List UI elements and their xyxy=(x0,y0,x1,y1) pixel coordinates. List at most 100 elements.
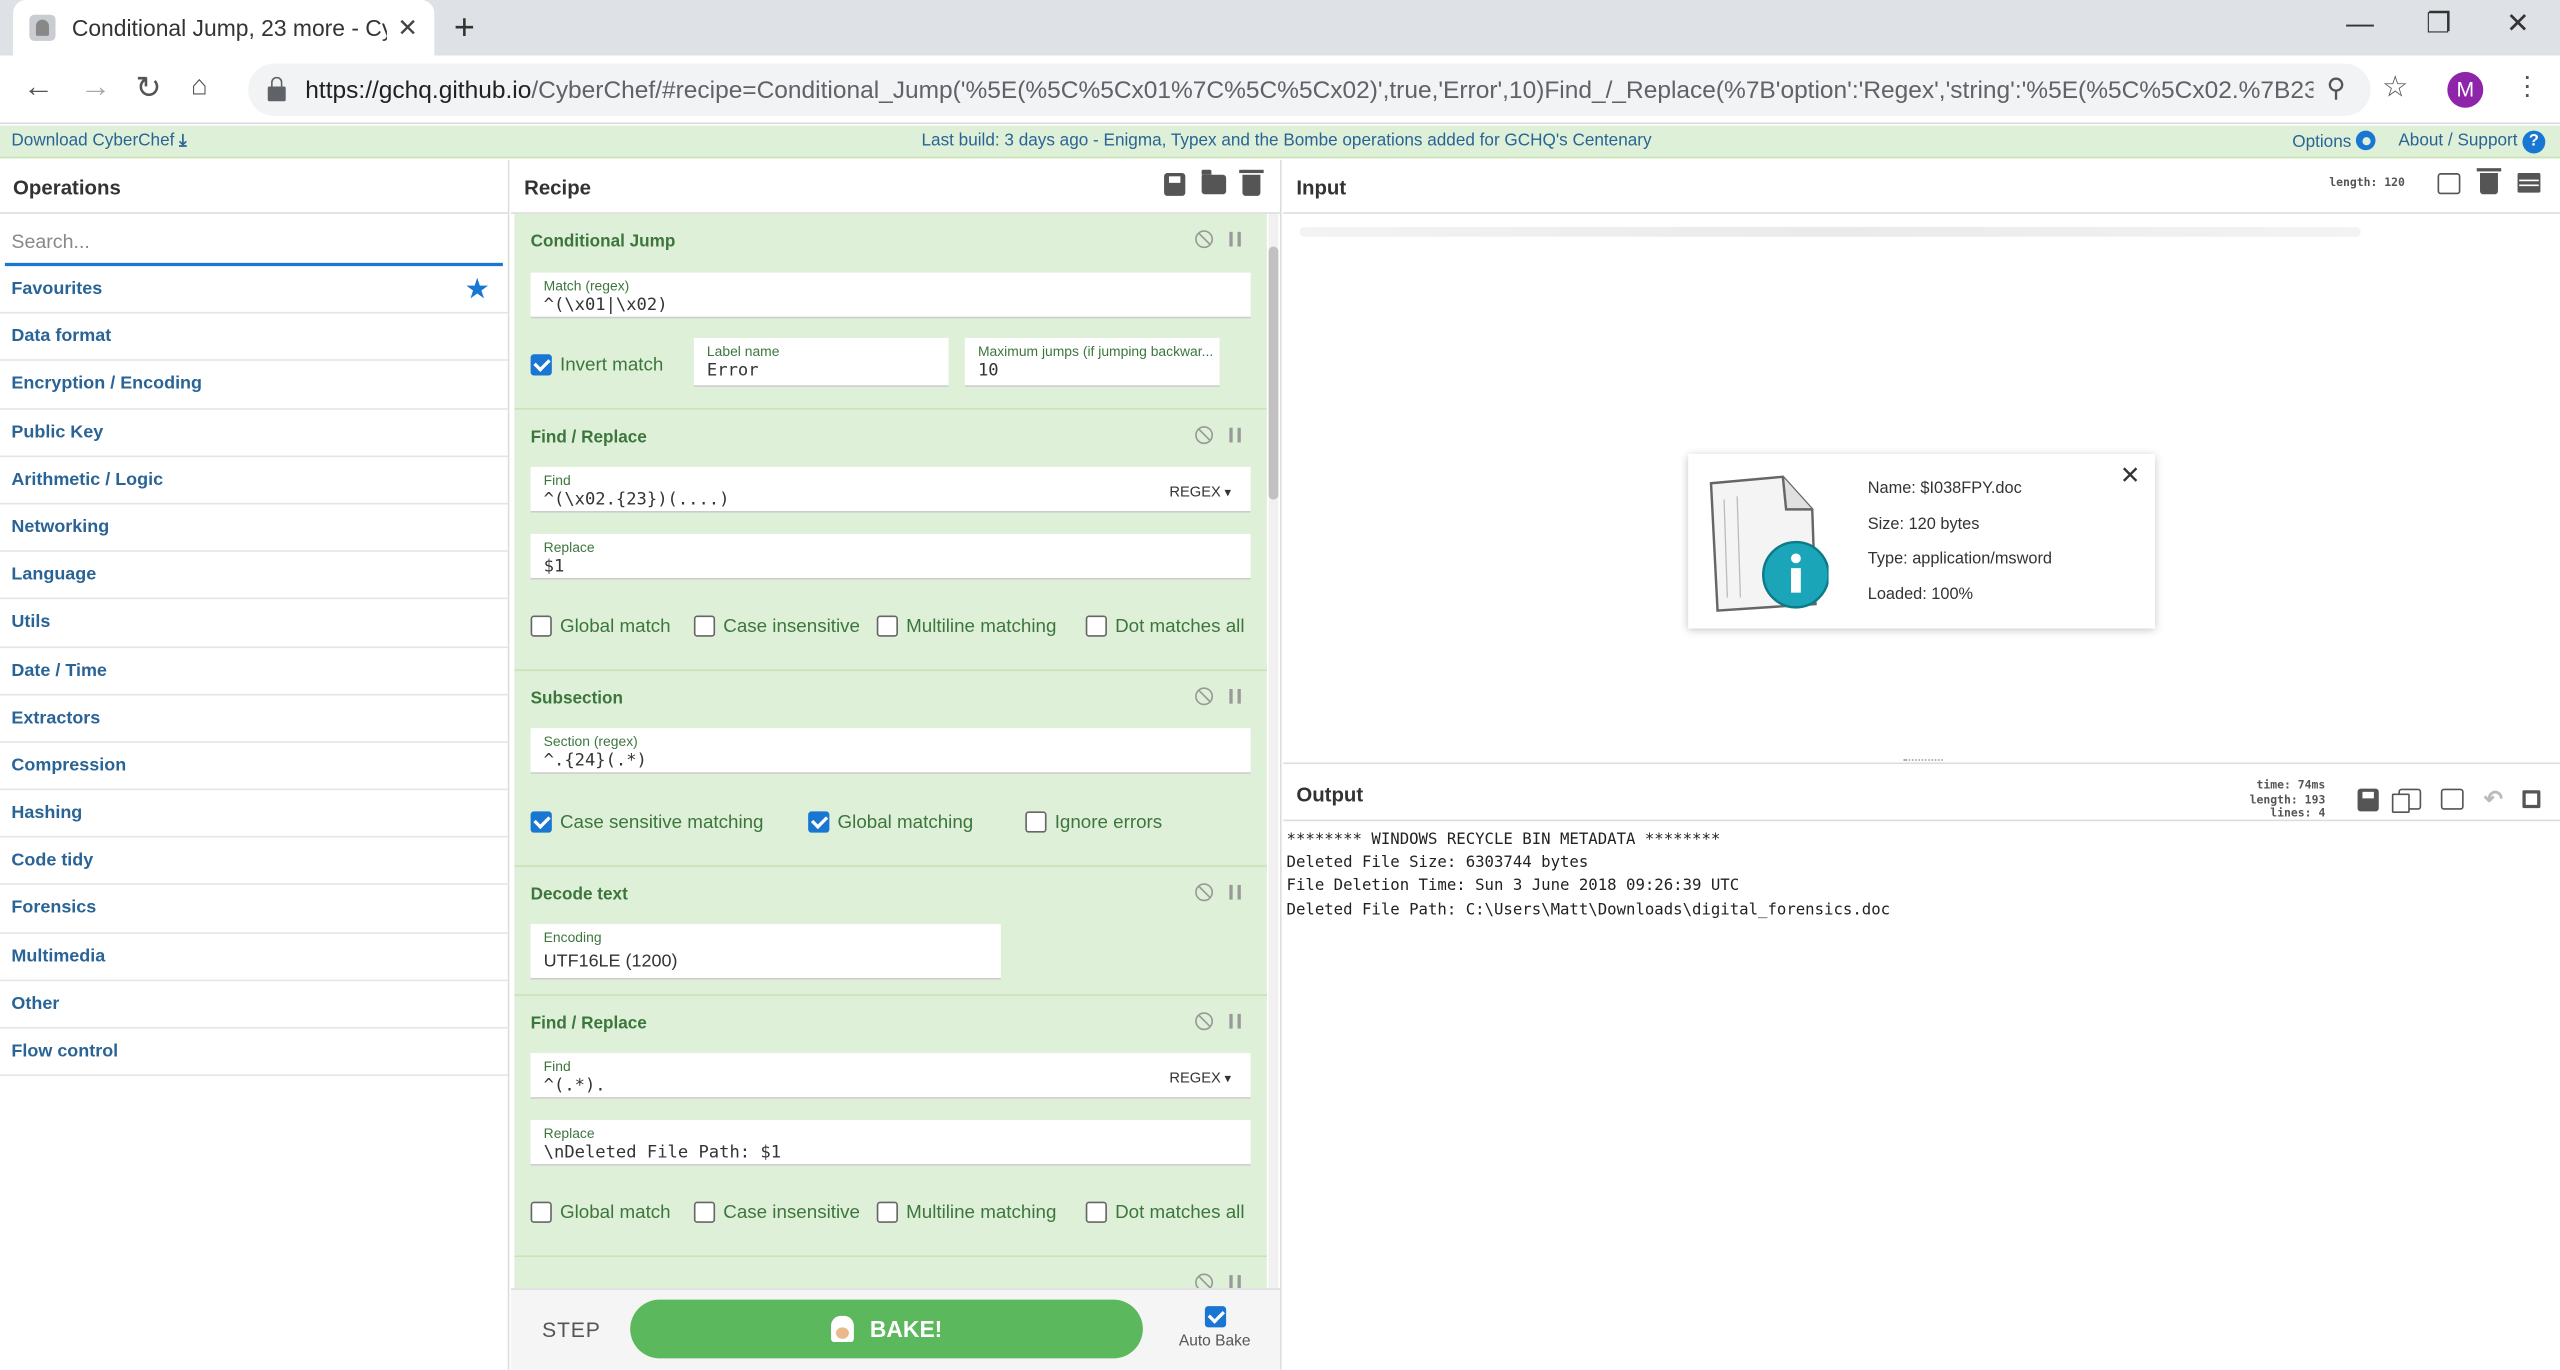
window-close-icon[interactable]: ✕ xyxy=(2506,8,2529,41)
load-recipe-icon[interactable] xyxy=(1201,169,1227,195)
multiline-matching-checkbox[interactable]: Multiline matching xyxy=(876,1201,1056,1223)
section-regex-field[interactable]: Section (regex) ^.{24}(.*) xyxy=(530,728,1251,774)
home-icon[interactable]: ⌂ xyxy=(191,70,208,103)
replace-input-icon[interactable] xyxy=(2441,788,2465,811)
category-arithmetic-logic[interactable]: Arithmetic / Logic xyxy=(0,457,508,505)
op-subsection[interactable]: Subsection Section (regex) ^.{24}(.*) Ca… xyxy=(514,671,1267,867)
find-field[interactable]: Find ^(.*). REGEX xyxy=(530,1053,1251,1099)
options-link[interactable]: Options xyxy=(2292,130,2376,152)
label-name-field[interactable]: Label name Error xyxy=(693,337,949,387)
category-data-format[interactable]: Data format xyxy=(0,314,508,362)
bake-button[interactable]: BAKE! xyxy=(630,1299,1143,1359)
case-insensitive-checkbox[interactable]: Case insensitive xyxy=(693,1201,860,1223)
op-conditional-jump[interactable]: Conditional Jump Match (regex) ^(\x01|\x… xyxy=(514,213,1267,410)
tab-close-icon[interactable]: ✕ xyxy=(397,13,418,43)
output-text[interactable]: ******** WINDOWS RECYCLE BIN METADATA **… xyxy=(1287,829,1891,922)
op-find-replace[interactable]: Find / Replace Find ^(.*). REGEX Replace… xyxy=(514,995,1267,1258)
new-tab-icon[interactable]: + xyxy=(454,7,475,49)
op-find-replace[interactable]: Find / Replace Find ^(\x02.{23})(....) R… xyxy=(514,409,1267,672)
dot-matches-all-checkbox[interactable]: Dot matches all xyxy=(1085,1201,1245,1223)
max-jumps-field[interactable]: Maximum jumps (if jumping backwar... 10 xyxy=(964,337,1220,387)
ignore-errors-checkbox[interactable]: Ignore errors xyxy=(1025,811,1162,833)
category-compression[interactable]: Compression xyxy=(0,743,508,791)
clear-recipe-icon[interactable] xyxy=(1239,169,1264,196)
operations-search-input[interactable]: Search... xyxy=(4,220,503,267)
category-extractors[interactable]: Extractors xyxy=(0,695,508,743)
match-regex-field[interactable]: Match (regex) ^(\x01|\x02) xyxy=(530,272,1251,319)
category-encryption-encoding[interactable]: Encryption / Encoding xyxy=(0,361,508,410)
breakpoint-icon[interactable] xyxy=(1229,1013,1241,1029)
dot-matches-all-checkbox[interactable]: Dot matches all xyxy=(1085,615,1245,637)
disable-op-icon[interactable] xyxy=(1195,883,1214,902)
open-file-icon[interactable] xyxy=(2437,172,2461,194)
back-icon[interactable]: ← xyxy=(23,70,54,106)
category-code-tidy[interactable]: Code tidy xyxy=(0,838,508,886)
disable-op-icon[interactable] xyxy=(1195,426,1214,445)
close-file-details-icon[interactable]: ✕ xyxy=(2120,460,2141,490)
global-matching-checkbox[interactable]: Global matching xyxy=(808,811,973,833)
bookmark-star-icon[interactable]: ☆ xyxy=(2382,70,2408,104)
breakpoint-icon[interactable] xyxy=(1229,1275,1241,1289)
input-area[interactable]: ✕ Name: $I038FPY.doc Size: 120 bytes Typ… xyxy=(1283,214,2560,763)
global-match-checkbox[interactable]: Global match xyxy=(530,615,671,637)
category-hashing[interactable]: Hashing xyxy=(0,790,508,838)
category-date-time[interactable]: Date / Time xyxy=(0,647,508,695)
reset-layout-icon[interactable] xyxy=(2517,173,2541,193)
menu-kebab-icon[interactable]: ⋮ xyxy=(2514,70,2540,103)
save-output-icon[interactable] xyxy=(2357,788,2380,812)
undo-icon[interactable]: ↶ xyxy=(2484,786,2503,814)
step-button[interactable]: STEP xyxy=(542,1318,601,1342)
find-mode-dropdown[interactable]: REGEX xyxy=(1169,483,1231,499)
breakpoint-icon[interactable] xyxy=(1229,427,1241,443)
zoom-icon[interactable]: ⚲ xyxy=(2327,72,2346,105)
browser-tab[interactable]: Conditional Jump, 23 more - CyberChef ✕ xyxy=(13,0,435,56)
disable-op-icon[interactable] xyxy=(1195,1273,1214,1289)
category-favourites[interactable]: Favourites ★ xyxy=(0,266,508,314)
favourites-star-icon[interactable]: ★ xyxy=(466,274,488,304)
io-divider[interactable] xyxy=(1283,762,2560,765)
copy-output-icon[interactable] xyxy=(2392,788,2422,814)
op-partial-next[interactable] xyxy=(514,1257,1267,1289)
input-title: Input xyxy=(1296,176,1347,200)
breakpoint-icon[interactable] xyxy=(1229,688,1241,704)
invert-match-checkbox[interactable]: Invert match xyxy=(530,354,663,376)
disable-op-icon[interactable] xyxy=(1195,1012,1214,1031)
global-match-checkbox[interactable]: Global match xyxy=(530,1201,671,1223)
category-public-key[interactable]: Public Key xyxy=(0,409,508,457)
replace-field[interactable]: Replace \nDeleted File Path: $1 xyxy=(530,1119,1251,1166)
io-resize-handle[interactable] xyxy=(1903,759,1943,762)
profile-avatar[interactable]: M xyxy=(2447,71,2484,108)
category-networking[interactable]: Networking xyxy=(0,504,508,553)
find-field[interactable]: Find ^(\x02.{23})(....) REGEX xyxy=(530,466,1251,513)
encoding-select[interactable]: Encoding UTF16LE (1200) xyxy=(530,924,1001,980)
breakpoint-icon[interactable] xyxy=(1229,231,1241,247)
recipe-scrollbar[interactable] xyxy=(1268,213,1279,1289)
minimize-icon[interactable]: — xyxy=(2346,8,2374,41)
disable-op-icon[interactable] xyxy=(1195,687,1214,706)
replace-field[interactable]: Replace $1 xyxy=(530,533,1251,580)
category-other[interactable]: Other xyxy=(0,981,508,1029)
category-flow-control[interactable]: Flow control xyxy=(0,1029,508,1077)
disable-op-icon[interactable] xyxy=(1195,230,1214,249)
category-forensics[interactable]: Forensics xyxy=(0,886,508,934)
reload-icon[interactable]: ↻ xyxy=(136,70,162,108)
recipe-scrollbar-thumb[interactable] xyxy=(1268,246,1279,500)
case-insensitive-checkbox[interactable]: Case insensitive xyxy=(693,615,860,637)
field-value: ^(.*). xyxy=(543,1075,606,1096)
op-decode-text[interactable]: Decode text Encoding UTF16LE (1200) xyxy=(514,866,1267,996)
category-language[interactable]: Language xyxy=(0,552,508,600)
case-sensitive-matching-checkbox[interactable]: Case sensitive matching xyxy=(530,811,764,833)
breakpoint-icon[interactable] xyxy=(1229,884,1241,900)
multiline-matching-checkbox[interactable]: Multiline matching xyxy=(876,615,1056,637)
forward-icon[interactable]: → xyxy=(80,70,111,106)
category-multimedia[interactable]: Multimedia xyxy=(0,933,508,981)
find-mode-dropdown[interactable]: REGEX xyxy=(1169,1069,1231,1085)
maximize-output-icon[interactable] xyxy=(2522,790,2541,809)
category-utils[interactable]: Utils xyxy=(0,600,508,648)
restore-icon[interactable]: ❐ xyxy=(2426,8,2451,41)
save-recipe-icon[interactable] xyxy=(1164,173,1186,196)
auto-bake-checkbox[interactable]: Auto Bake xyxy=(1177,1306,1252,1350)
address-bar[interactable]: https://gchq.github.io/CyberChef/#recipe… xyxy=(248,63,2371,116)
about-support-link[interactable]: About / Support? xyxy=(2398,130,2546,154)
clear-input-icon[interactable] xyxy=(2476,168,2502,195)
